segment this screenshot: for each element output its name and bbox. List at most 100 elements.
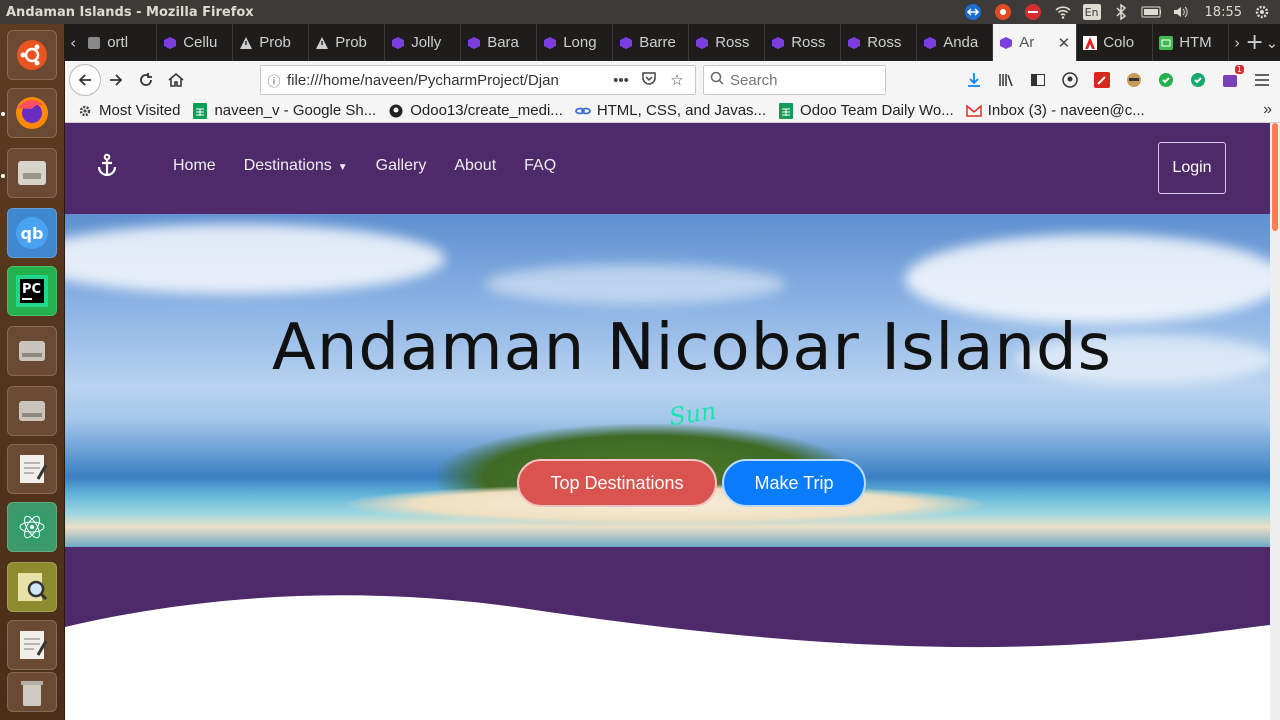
- pocket-icon[interactable]: [635, 70, 663, 90]
- notification-extension-icon[interactable]: 1: [1218, 65, 1244, 92]
- text-editor-icon[interactable]: [7, 620, 57, 670]
- qbittorrent-icon[interactable]: qb: [7, 208, 57, 258]
- bookmarks-overflow-icon[interactable]: »: [1263, 101, 1272, 119]
- avatar-extension-icon[interactable]: [1122, 68, 1146, 92]
- trash-icon[interactable]: [7, 672, 57, 712]
- system-tray: En 18:55: [963, 0, 1272, 24]
- url-text[interactable]: file:///home/naveen/PycharmProject/Djan: [287, 72, 607, 89]
- tab-scroll-right-icon[interactable]: ›: [1229, 34, 1245, 52]
- browser-tab[interactable]: Long: [537, 24, 614, 61]
- tab-list-dropdown-icon[interactable]: ⌄: [1264, 34, 1280, 52]
- tab-scroll-left-icon[interactable]: ‹: [65, 34, 81, 52]
- url-bar[interactable]: ⓘ file:///home/naveen/PycharmProject/Dja…: [260, 65, 696, 95]
- tab-label: Anda: [943, 34, 979, 51]
- search-bar[interactable]: [703, 65, 886, 95]
- github-icon: [388, 103, 404, 119]
- library-icon[interactable]: [994, 68, 1018, 92]
- volume-icon[interactable]: [1171, 2, 1191, 22]
- anchor-icon[interactable]: [95, 153, 119, 183]
- bookmark-item[interactable]: Inbox (3) - naveen@c...: [965, 102, 1145, 119]
- browser-tab[interactable]: Prob: [233, 24, 310, 61]
- scrollbar-thumb[interactable]: [1272, 123, 1278, 231]
- power-gear-icon[interactable]: [1252, 2, 1272, 22]
- search-input[interactable]: [730, 71, 870, 89]
- browser-tab[interactable]: Cellu: [157, 24, 234, 61]
- text-editor-icon[interactable]: [7, 444, 57, 494]
- browser-tab[interactable]: Bara: [461, 24, 538, 61]
- site-nav-links: Home Destinations ▼ Gallery About FAQ: [173, 157, 556, 175]
- new-tab-icon[interactable]: +: [1245, 30, 1263, 55]
- teamviewer-icon[interactable]: [963, 2, 983, 22]
- page-info-icon[interactable]: ⓘ: [261, 71, 287, 90]
- forward-button[interactable]: [101, 65, 131, 95]
- pycharm-icon[interactable]: PC: [7, 266, 57, 316]
- nav-link-home[interactable]: Home: [173, 157, 216, 175]
- browser-tab[interactable]: Ross: [689, 24, 766, 61]
- top-destinations-button[interactable]: Top Destinations: [517, 459, 717, 507]
- toolbar-extensions: 1: [962, 65, 1274, 95]
- bookmark-item[interactable]: Most Visited: [77, 102, 180, 119]
- sidebar-icon[interactable]: [1026, 68, 1050, 92]
- bookmark-item[interactable]: Odoo Team Daily Wo...: [778, 102, 954, 119]
- menu-icon[interactable]: [1250, 68, 1274, 92]
- page-scrollbar[interactable]: [1270, 123, 1280, 720]
- browser-tab[interactable]: HTM: [1153, 24, 1230, 61]
- bookmark-label: naveen_v - Google Sh...: [214, 102, 377, 119]
- reload-button[interactable]: [131, 65, 161, 95]
- disk-drive-icon[interactable]: [7, 326, 57, 376]
- purple-cube-icon: [923, 36, 937, 50]
- files-icon[interactable]: [7, 148, 57, 198]
- browser-tab[interactable]: Barre: [613, 24, 690, 61]
- document-viewer-icon[interactable]: [7, 562, 57, 612]
- nav-link-gallery[interactable]: Gallery: [376, 157, 427, 175]
- browser-tab[interactable]: Ar ✕: [993, 24, 1078, 61]
- grammar-extension-icon[interactable]: [1186, 68, 1210, 92]
- clock[interactable]: 18:55: [1201, 2, 1242, 22]
- purple-cube-icon: [771, 36, 785, 50]
- firefox-icon[interactable]: [7, 88, 57, 138]
- tab-label: Ross: [867, 34, 902, 51]
- bookmark-item[interactable]: HTML, CSS, and Javas...: [574, 102, 766, 119]
- bookmark-star-icon[interactable]: ☆: [663, 71, 691, 89]
- notification-badge: 1: [1234, 65, 1244, 74]
- nav-link-destinations[interactable]: Destinations ▼: [244, 157, 348, 175]
- browser-tab[interactable]: Anda: [917, 24, 994, 61]
- bluetooth-icon[interactable]: [1111, 2, 1131, 22]
- launcher-running-pip: [1, 174, 5, 178]
- tab-label: HTM: [1179, 34, 1212, 51]
- back-button[interactable]: [69, 64, 101, 96]
- browser-tab[interactable]: Prob: [309, 24, 386, 61]
- browser-tab[interactable]: Jolly: [385, 24, 462, 61]
- green-extension-icon[interactable]: [1154, 68, 1178, 92]
- color-picker-extension-icon[interactable]: [1090, 68, 1114, 92]
- browser-tab[interactable]: Colo: [1077, 24, 1154, 61]
- close-tab-icon[interactable]: ✕: [1058, 34, 1071, 52]
- purple-cube-icon: [847, 36, 861, 50]
- nav-link-about[interactable]: About: [454, 157, 496, 175]
- bookmark-item[interactable]: Odoo13/create_medi...: [388, 102, 563, 119]
- stop-icon[interactable]: [1023, 2, 1043, 22]
- battery-icon[interactable]: [1141, 2, 1161, 22]
- bookmark-item[interactable]: naveen_v - Google Sh...: [192, 102, 376, 119]
- adobe-icon: [1083, 35, 1098, 50]
- purple-cube-icon: [467, 36, 481, 50]
- atom-icon[interactable]: [7, 502, 57, 552]
- disk-drive-icon[interactable]: [7, 386, 57, 436]
- keyboard-layout[interactable]: En: [1082, 4, 1101, 20]
- browser-tab[interactable]: Ross: [841, 24, 918, 61]
- browser-tab[interactable]: ortl: [81, 24, 158, 61]
- ubuntu-dash-icon[interactable]: [7, 30, 57, 80]
- account-icon[interactable]: [1058, 68, 1082, 92]
- nav-link-faq[interactable]: FAQ: [524, 157, 556, 175]
- bookmark-label: Odoo13/create_medi...: [410, 102, 563, 119]
- make-trip-button[interactable]: Make Trip: [722, 459, 866, 507]
- login-button[interactable]: Login: [1158, 142, 1226, 194]
- download-icon[interactable]: [962, 68, 986, 92]
- bookmark-label: Odoo Team Daily Wo...: [800, 102, 954, 119]
- page-actions-icon[interactable]: •••: [607, 72, 635, 89]
- chrome-indicator-icon[interactable]: [993, 2, 1013, 22]
- wifi-icon[interactable]: [1053, 2, 1073, 22]
- home-button[interactable]: [161, 65, 191, 95]
- browser-tab[interactable]: Ross: [765, 24, 842, 61]
- firefox-window: ‹ ortl Cellu Prob Prob Jolly Bara Long Barre Ros…: [65, 24, 1280, 720]
